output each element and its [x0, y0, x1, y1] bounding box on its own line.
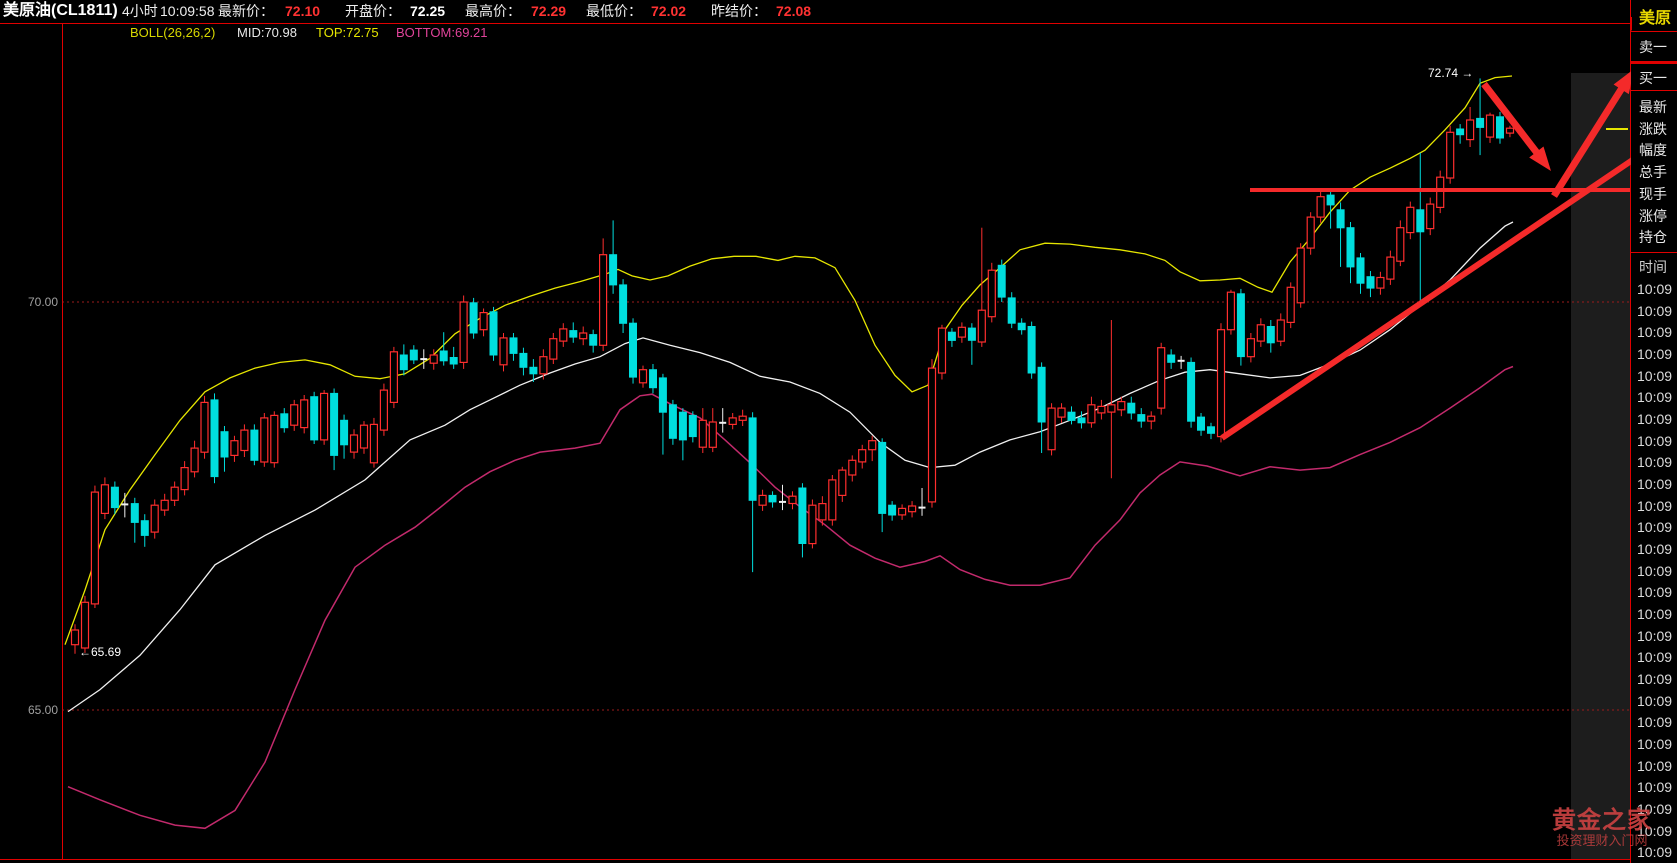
axis-label-65: 65.00 [12, 703, 58, 717]
time-row[interactable]: 10:09 [1637, 541, 1672, 557]
quote-field-label: 最高价： [465, 3, 521, 20]
time-row[interactable]: 10:09 [1637, 736, 1672, 752]
active-tab-marker-icon [1631, 17, 1632, 31]
sidebar-row-0[interactable]: 最新 [1639, 97, 1667, 117]
instrument-name: 美原油(CL1811) [3, 2, 118, 19]
time-row[interactable]: 10:09 [1637, 584, 1672, 600]
time-row[interactable]: 10:09 [1637, 714, 1672, 730]
time-row[interactable]: 10:09 [1637, 368, 1672, 384]
time-row[interactable]: 10:09 [1637, 563, 1672, 579]
quote-field-value: 72.10 [285, 3, 320, 20]
sidebar-instrument-tab[interactable]: 美原 [1639, 4, 1671, 28]
sidebar-separator [1631, 90, 1677, 91]
quote-sidebar: 美原 卖一 买一 最新涨跌幅度总手现手涨停持仓 时间 10:09 10:09 10:… [1631, 0, 1677, 863]
time-row[interactable]: 10:09 [1637, 324, 1672, 340]
time-row[interactable]: 10:09 [1637, 411, 1672, 427]
boll-name: BOLL(26,26,2) [130, 25, 215, 40]
time-row[interactable]: 10:09 [1637, 649, 1672, 665]
buy-one-row[interactable]: 买一 [1639, 68, 1667, 88]
high-price-label: 72.74 → [1428, 66, 1473, 80]
time-row[interactable]: 10:09 [1637, 303, 1672, 319]
quote-field-label: 最低价： [586, 3, 642, 20]
time-row[interactable]: 10:09 [1637, 606, 1672, 622]
current-price-marker [1606, 128, 1628, 130]
time-row[interactable]: 10:09 [1637, 454, 1672, 470]
period-label[interactable]: 4小时 [122, 3, 158, 20]
quote-bar: 美原油(CL1811) 4小时 10:09:58 最新价： 72.10 开盘价： 72… [0, 0, 1630, 23]
time-row[interactable]: 10:09 [1637, 519, 1672, 535]
boll-bottom: BOTTOM:69.21 [396, 25, 488, 40]
time-row[interactable]: 10:09 [1637, 281, 1672, 297]
time-row[interactable]: 10:09 [1637, 628, 1672, 644]
time-row[interactable]: 10:09 [1637, 671, 1672, 687]
quote-field-value: 72.08 [776, 3, 811, 20]
sidebar-row-3[interactable]: 总手 [1639, 162, 1667, 182]
quote-field-value: 72.25 [410, 3, 445, 20]
time-row[interactable]: 10:09 [1637, 476, 1672, 492]
time-row[interactable]: 10:09 [1637, 433, 1672, 449]
quote-field-label: 开盘价： [345, 3, 401, 20]
time-row[interactable]: 10:09 [1637, 823, 1672, 839]
quote-time: 10:09:58 [160, 3, 215, 20]
time-row[interactable]: 10:09 [1637, 389, 1672, 405]
sidebar-row-5[interactable]: 涨停 [1639, 206, 1667, 226]
time-row[interactable]: 10:09 [1637, 758, 1672, 774]
time-row[interactable]: 10:09 [1637, 693, 1672, 709]
sell-one-row[interactable]: 卖一 [1639, 37, 1667, 57]
quote-field-value: 72.02 [651, 3, 686, 20]
quote-field-value: 72.29 [531, 3, 566, 20]
axis-label-70: 70.00 [12, 295, 58, 309]
time-row[interactable]: 10:09 [1637, 779, 1672, 795]
time-row[interactable]: 10:09 [1637, 498, 1672, 514]
time-row[interactable]: 10:09 [1637, 844, 1672, 860]
sidebar-row-6[interactable]: 持仓 [1639, 227, 1667, 247]
sidebar-separator-thick [1631, 61, 1677, 64]
boll-top: TOP:72.75 [316, 25, 379, 40]
boll-mid: MID:70.98 [237, 25, 297, 40]
quote-field-label: 最新价： [218, 3, 274, 20]
time-column-header: 时间 [1639, 257, 1667, 277]
time-row[interactable]: 10:09 [1637, 801, 1672, 817]
low-price-label: ←65.69 [79, 645, 121, 659]
sidebar-separator [1631, 252, 1677, 253]
sidebar-row-1[interactable]: 涨跌 [1639, 119, 1667, 139]
sidebar-row-2[interactable]: 幅度 [1639, 140, 1667, 160]
trading-app-window: 美原油(CL1811) 4小时 10:09:58 最新价： 72.10 开盘价： 72… [0, 0, 1677, 863]
time-row[interactable]: 10:09 [1637, 346, 1672, 362]
quote-field-label: 昨结价： [711, 3, 767, 20]
sidebar-separator [1631, 31, 1677, 32]
sidebar-row-4[interactable]: 现手 [1639, 184, 1667, 204]
